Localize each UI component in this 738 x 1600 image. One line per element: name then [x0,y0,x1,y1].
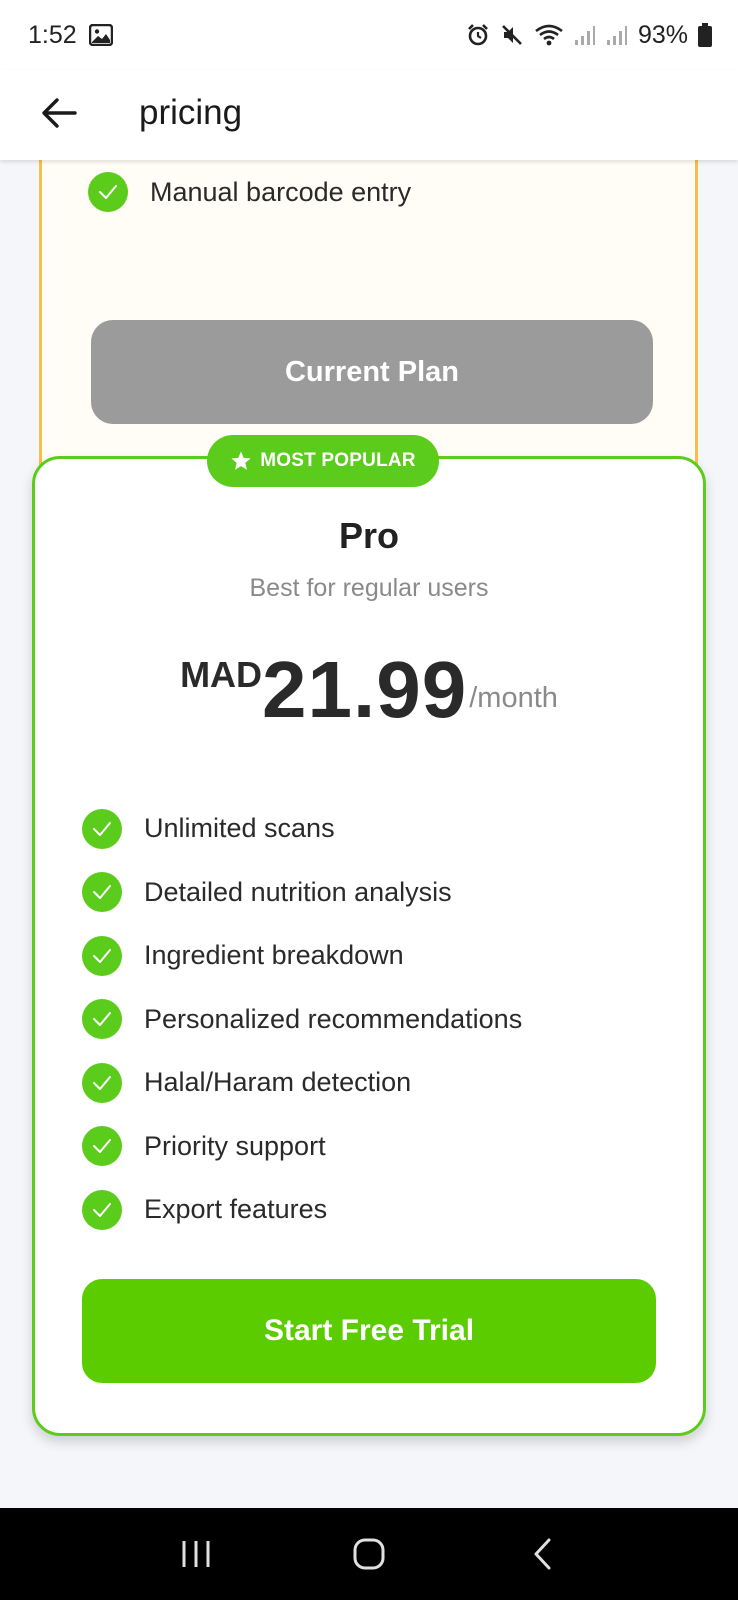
pro-feature-list: Unlimited scans Detailed nutrition analy… [82,797,672,1242]
recents-button[interactable] [166,1524,226,1584]
recents-icon [182,1541,210,1567]
battery-percent: 93% [637,20,688,49]
feature-label: Priority support [144,1130,326,1161]
battery-icon [698,23,712,47]
badge-label: MOST POPULAR [260,450,416,471]
check-circle-icon [82,1189,122,1230]
back-button[interactable] [34,88,84,138]
status-bar: 1:52 93% [0,0,738,70]
signal-icon [574,24,596,46]
home-button[interactable] [339,1524,399,1584]
feature-item: Export features [82,1178,672,1242]
plan-name: Pro [338,515,399,556]
check-circle-icon [82,808,122,849]
feature-label: Personalized recommendations [144,1003,523,1034]
feature-label: Export features [144,1194,328,1225]
check-circle-icon [82,1126,122,1167]
check-circle-icon [82,935,122,976]
status-right: 93% [466,21,712,50]
status-left: 1:52 [28,21,113,50]
nav-back-button[interactable] [512,1524,572,1584]
feature-label: Manual barcode entry [150,176,412,207]
check-circle-icon [82,999,122,1040]
feature-item: Detailed nutrition analysis [82,861,672,925]
check-circle-icon [82,1062,122,1103]
chevron-left-icon [534,1538,551,1570]
alarm-icon [466,23,490,47]
wifi-icon [534,23,564,47]
feature-item: Manual barcode entry [88,172,411,212]
price-period: /month [469,682,558,714]
plan-subtitle: Best for regular users [249,574,489,602]
feature-item: Personalized recommendations [82,988,672,1052]
page-title: pricing [139,93,243,132]
feature-item: Ingredient breakdown [82,924,672,988]
signal-icon-2 [606,24,628,46]
feature-item: Unlimited scans [82,797,672,861]
check-circle-icon [82,872,122,913]
plans-scroll-area[interactable]: Manual barcode entry Current Plan MOST P… [0,160,738,1508]
pro-plan-card: MOST POPULAR Pro Best for regular users … [32,435,706,1436]
check-circle-icon [88,172,128,212]
start-free-trial-button[interactable]: Start Free Trial [82,1279,656,1383]
most-popular-badge: MOST POPULAR [207,435,439,487]
price-amount: 21.99 [262,645,468,734]
price-display: MAD 21.99 /month [35,642,703,730]
arrow-left-icon [42,98,77,128]
current-plan-button[interactable]: Current Plan [91,320,653,424]
feature-label: Halal/Haram detection [144,1067,412,1098]
gallery-notification-icon [88,24,113,46]
system-nav-bar [0,1508,738,1600]
mute-icon [500,23,524,47]
feature-label: Detailed nutrition analysis [144,876,452,907]
pricing-screen: 1:52 93% pricing Manual barcode entry Cu… [0,0,738,1600]
feature-item: Priority support [82,1115,672,1179]
feature-label: Ingredient breakdown [144,940,404,971]
home-icon [353,1538,385,1570]
app-bar: pricing [0,70,738,160]
feature-label: Unlimited scans [144,813,335,844]
star-icon [231,451,251,470]
price-currency: MAD [180,654,263,695]
feature-item: Halal/Haram detection [82,1051,672,1115]
status-time: 1:52 [28,20,77,49]
